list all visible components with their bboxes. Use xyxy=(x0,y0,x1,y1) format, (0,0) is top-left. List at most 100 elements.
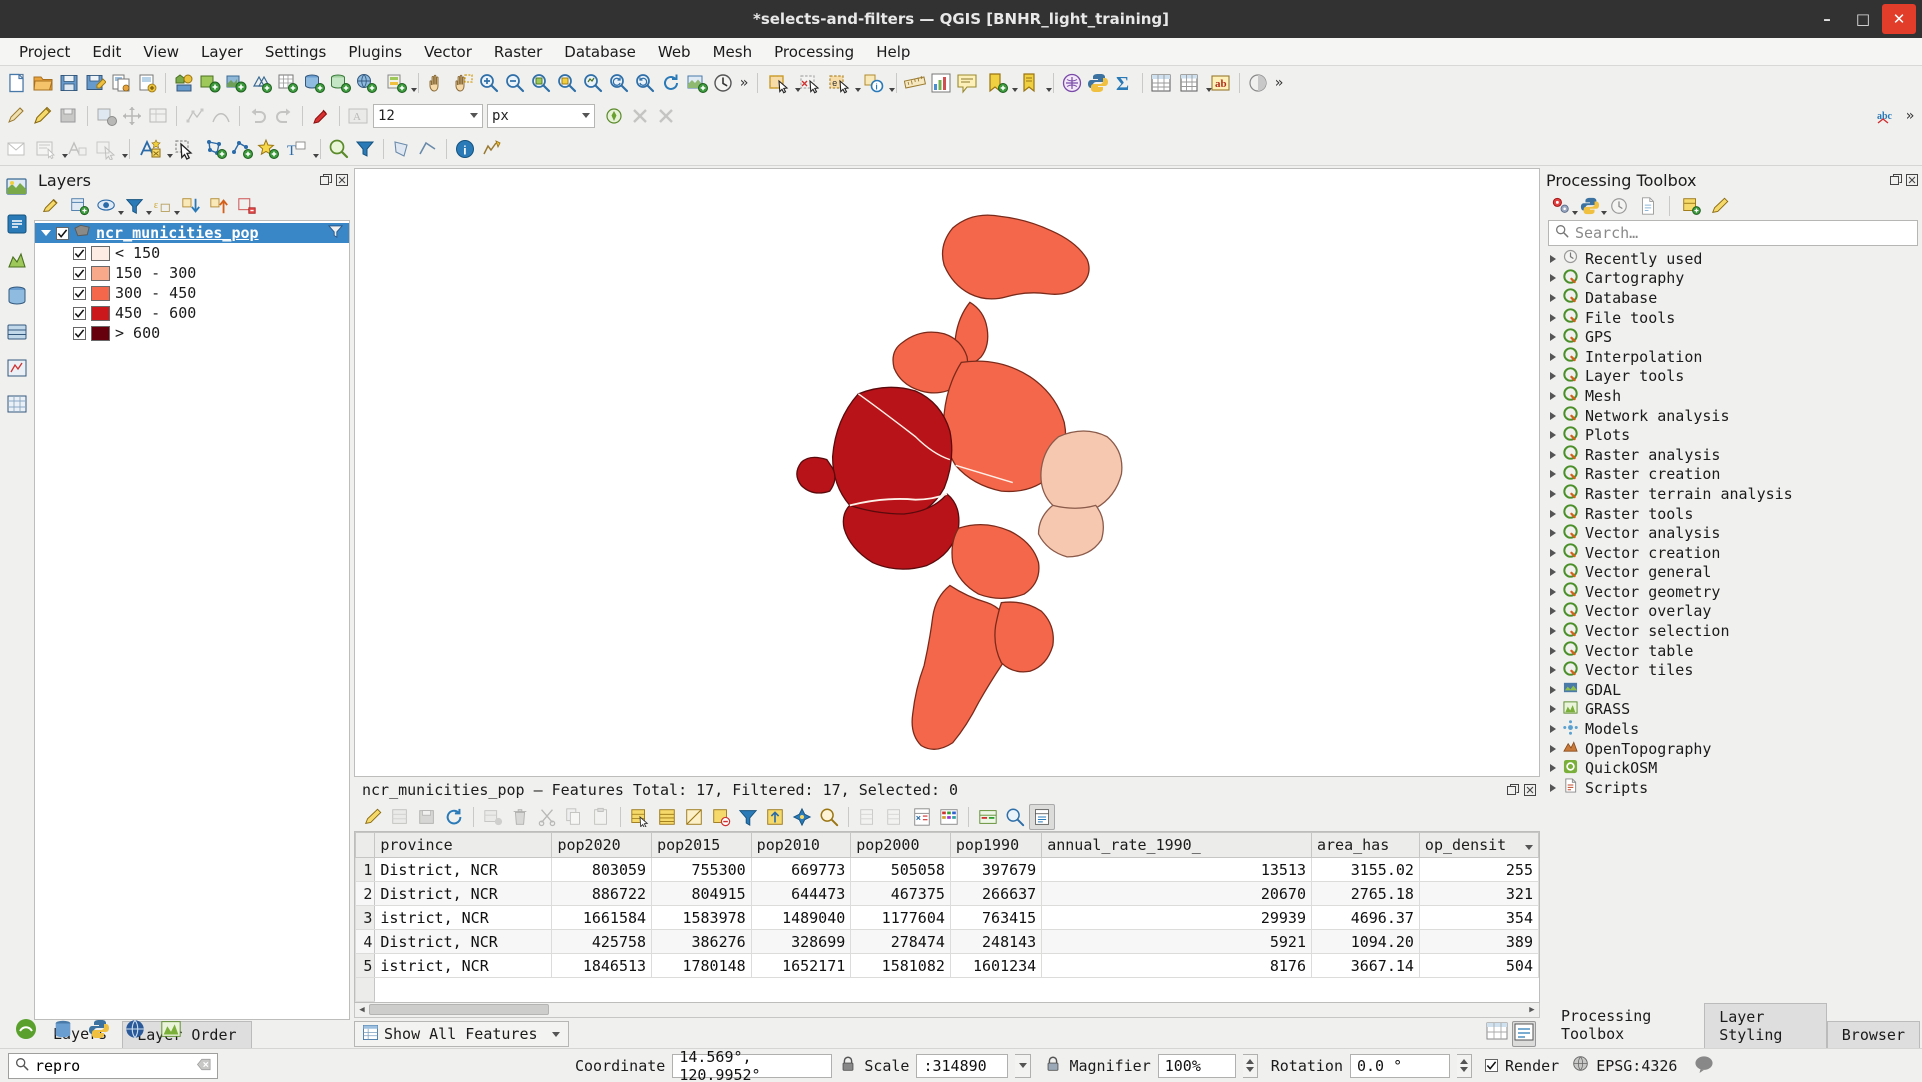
toolbar-overflow-icon[interactable]: » xyxy=(736,75,752,91)
save-project-icon[interactable] xyxy=(56,70,82,96)
expand-group-icon[interactable] xyxy=(1550,274,1556,282)
cell-area_has[interactable]: 3667.14 xyxy=(1312,954,1420,978)
expand-group-icon[interactable] xyxy=(1550,353,1556,361)
collapse-layer-icon[interactable] xyxy=(41,228,51,238)
pin-labels-icon[interactable] xyxy=(4,136,30,162)
toggle-editing-mode-icon[interactable] xyxy=(360,804,386,830)
add-polygon-feature-icon[interactable] xyxy=(203,136,229,162)
conditional-formatting-icon[interactable] xyxy=(936,804,962,830)
rotation-stepper[interactable] xyxy=(1457,1054,1472,1078)
add-feature-row-icon[interactable] xyxy=(480,804,506,830)
expand-group-icon[interactable] xyxy=(1550,255,1556,263)
cell-pop_density[interactable]: 504 xyxy=(1419,954,1538,978)
cell-pop2010[interactable]: 328699 xyxy=(751,930,851,954)
zoom-to-layer-icon[interactable] xyxy=(580,70,606,96)
toolbar-overflow-icon[interactable]: » xyxy=(1271,75,1287,91)
cell-province[interactable]: District, NCR xyxy=(375,858,552,882)
table-view-toggle-icon[interactable] xyxy=(1486,1021,1508,1047)
add-feature-icon[interactable] xyxy=(93,103,119,129)
legend-class-item[interactable]: < 150 xyxy=(35,243,349,263)
expand-group-icon[interactable] xyxy=(1550,294,1556,302)
cell-annual_rate[interactable]: 13513 xyxy=(1042,858,1312,882)
qgis-logo-icon[interactable] xyxy=(14,1017,38,1045)
delete-feature-icon[interactable] xyxy=(507,804,533,830)
cell-province[interactable]: istrict, NCR xyxy=(375,954,552,978)
field-calculator-icon[interactable] xyxy=(1174,70,1208,96)
sigma-icon[interactable]: Σ xyxy=(1111,70,1137,96)
cell-province[interactable]: istrict, NCR xyxy=(375,906,552,930)
new-layer-dropdown-icon[interactable] xyxy=(379,70,413,96)
scroll-left-icon[interactable]: ◀ xyxy=(355,1005,369,1015)
cell-pop2010[interactable]: 1489040 xyxy=(751,906,851,930)
chevron-down-icon[interactable] xyxy=(889,88,895,92)
paste-features-icon[interactable] xyxy=(588,804,614,830)
coordinate-input[interactable]: 14.569°, 120.9952° xyxy=(672,1054,832,1078)
select-all-rows-icon[interactable] xyxy=(654,804,680,830)
spatialite-icon[interactable] xyxy=(5,248,29,276)
toggle-label-icon[interactable] xyxy=(64,136,90,162)
zoom-next-icon[interactable] xyxy=(632,70,658,96)
vertex-tool-icon[interactable] xyxy=(182,103,208,129)
close-panel-icon[interactable] xyxy=(336,174,348,186)
legend-class-item[interactable]: 300 - 450 xyxy=(35,283,349,303)
float-attribute-table-icon[interactable] xyxy=(1507,784,1519,796)
minimize-button[interactable]: – xyxy=(1810,4,1844,34)
legend-class-item[interactable]: > 600 xyxy=(35,323,349,343)
font-preview-icon[interactable]: A xyxy=(345,103,371,129)
zoom-map-to-selected-icon[interactable] xyxy=(1002,804,1028,830)
float-panel-icon[interactable] xyxy=(1890,174,1902,186)
postgis-icon[interactable] xyxy=(5,284,29,312)
filter-legend-expression-icon[interactable]: ε xyxy=(150,193,176,219)
add-line-feature-icon[interactable] xyxy=(229,136,255,162)
chevron-down-icon[interactable] xyxy=(470,113,478,118)
tab-browser[interactable]: Browser xyxy=(1827,1021,1920,1048)
save-layer-edits-icon[interactable] xyxy=(56,103,82,129)
row-id-cell[interactable]: 5 xyxy=(356,954,375,978)
legend-class-item[interactable]: 150 - 300 xyxy=(35,263,349,283)
add-raster-layer-icon[interactable] xyxy=(223,70,249,96)
cell-pop2000[interactable]: 1177604 xyxy=(851,906,951,930)
delete-selected-icon[interactable] xyxy=(627,103,653,129)
save-edits-icon[interactable] xyxy=(414,804,440,830)
cell-annual_rate[interactable]: 29939 xyxy=(1042,906,1312,930)
toolbar-overflow-icon[interactable]: » xyxy=(1902,108,1918,124)
scale-dropdown-icon[interactable] xyxy=(1015,1054,1031,1078)
reload-table-icon[interactable] xyxy=(441,804,467,830)
font-size-input[interactable]: 12 xyxy=(373,104,483,128)
deselect-features-icon[interactable] xyxy=(797,70,823,96)
add-postgis-layer-icon[interactable] xyxy=(301,70,327,96)
edit-model-icon[interactable] xyxy=(1707,193,1733,219)
reshape-features-icon[interactable] xyxy=(208,103,234,129)
expand-all-icon[interactable] xyxy=(178,193,204,219)
zoom-to-selected-icon[interactable] xyxy=(816,804,842,830)
expand-group-icon[interactable] xyxy=(1550,784,1556,792)
toggle-editing-icon[interactable] xyxy=(30,103,56,129)
column-header-pop2010[interactable]: pop2010 xyxy=(751,833,851,858)
spellcheck-icon[interactable]: abc xyxy=(1876,103,1902,129)
cell-annual_rate[interactable]: 5921 xyxy=(1042,930,1312,954)
menu-database[interactable]: Database xyxy=(553,40,647,64)
processing-algorithms-list[interactable]: Recently usedCartographyDatabaseFile too… xyxy=(1542,249,1920,1020)
expand-group-icon[interactable] xyxy=(1550,470,1556,478)
processing-group-file-tools[interactable]: File tools xyxy=(1548,308,1920,328)
attribute-table-container[interactable]: provincepop2020pop2015pop2010pop2000pop1… xyxy=(354,831,1540,1003)
data-defined-override-icon[interactable] xyxy=(601,103,627,129)
expand-group-icon[interactable] xyxy=(1550,314,1556,322)
cell-area_has[interactable]: 1094.20 xyxy=(1312,930,1420,954)
processing-group-vector-overlay[interactable]: Vector overlay xyxy=(1548,602,1920,622)
move-feature-icon[interactable] xyxy=(119,103,145,129)
cell-pop2000[interactable]: 1581082 xyxy=(851,954,951,978)
cell-pop2010[interactable]: 1652171 xyxy=(751,954,851,978)
chevron-down-icon[interactable] xyxy=(411,88,417,92)
statistical-summary-icon[interactable] xyxy=(928,70,954,96)
expand-group-icon[interactable] xyxy=(1550,333,1556,341)
expand-group-icon[interactable] xyxy=(1550,568,1556,576)
show-bookmarks-icon[interactable] xyxy=(1014,70,1048,96)
column-header-pop2020[interactable]: pop2020 xyxy=(552,833,652,858)
add-model-icon[interactable] xyxy=(1678,193,1704,219)
form-view-toggle-icon[interactable] xyxy=(1512,1021,1536,1047)
move-label-icon[interactable] xyxy=(90,136,124,162)
select-feature-cursor-icon[interactable] xyxy=(169,136,203,162)
history-clock-icon[interactable] xyxy=(1606,193,1632,219)
python-script-icon[interactable] xyxy=(1577,193,1603,219)
